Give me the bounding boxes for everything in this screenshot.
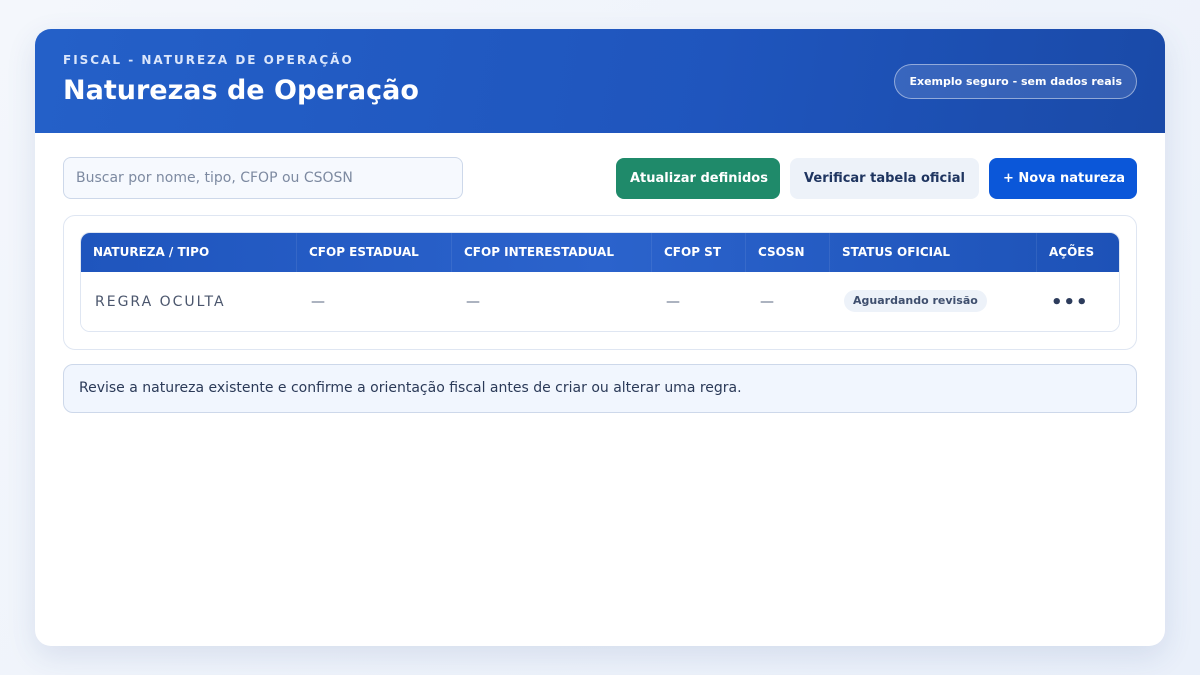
column-header-cfop-interestadual: CFOP INTERESTADUAL: [452, 233, 652, 272]
new-nature-button[interactable]: + Nova natureza: [989, 158, 1137, 199]
page-header: FISCAL - NATUREZA DE OPERAÇÃO Naturezas …: [35, 29, 1165, 133]
verify-official-table-button[interactable]: Verificar tabela oficial: [790, 158, 979, 199]
status-badge: Aguardando revisão: [844, 290, 987, 312]
search-input[interactable]: [63, 157, 463, 199]
safe-example-badge: Exemplo seguro - sem dados reais: [894, 64, 1137, 99]
cell-cfop-interestadual: —: [466, 294, 480, 310]
cell-cfop-estadual: —: [311, 294, 325, 310]
column-header-status: STATUS OFICIAL: [830, 233, 1037, 272]
natures-table: NATUREZA / TIPO CFOP ESTADUAL CFOP INTER…: [80, 232, 1120, 332]
table-row[interactable]: REGRA OCULTA — — — — Aguardando revisão …: [81, 272, 1119, 331]
page-title: Naturezas de Operação: [63, 75, 419, 106]
column-header-cfop-st: CFOP ST: [652, 233, 746, 272]
update-defined-button[interactable]: Atualizar definidos: [616, 158, 780, 199]
cell-status: Aguardando revisão: [830, 272, 1037, 331]
header-eyebrow: FISCAL - NATUREZA DE OPERAÇÃO: [63, 53, 354, 67]
cell-natureza: REGRA OCULTA: [95, 294, 226, 310]
cell-actions: •••: [1037, 272, 1119, 331]
column-header-cfop-estadual: CFOP ESTADUAL: [297, 233, 452, 272]
guidance-note: Revise a natureza existente e confirme a…: [63, 364, 1137, 413]
table-panel: NATUREZA / TIPO CFOP ESTADUAL CFOP INTER…: [63, 215, 1137, 350]
column-header-csosn: CSOSN: [746, 233, 830, 272]
column-header-natureza: NATUREZA / TIPO: [81, 233, 297, 272]
column-header-actions: AÇÕES: [1037, 233, 1119, 272]
more-actions-icon[interactable]: •••: [1051, 272, 1089, 331]
table-header: NATUREZA / TIPO CFOP ESTADUAL CFOP INTER…: [81, 233, 1119, 272]
toolbar: Atualizar definidos Verificar tabela ofi…: [63, 157, 1137, 199]
cell-cfop-st: —: [666, 294, 680, 310]
cell-csosn: —: [760, 294, 774, 310]
